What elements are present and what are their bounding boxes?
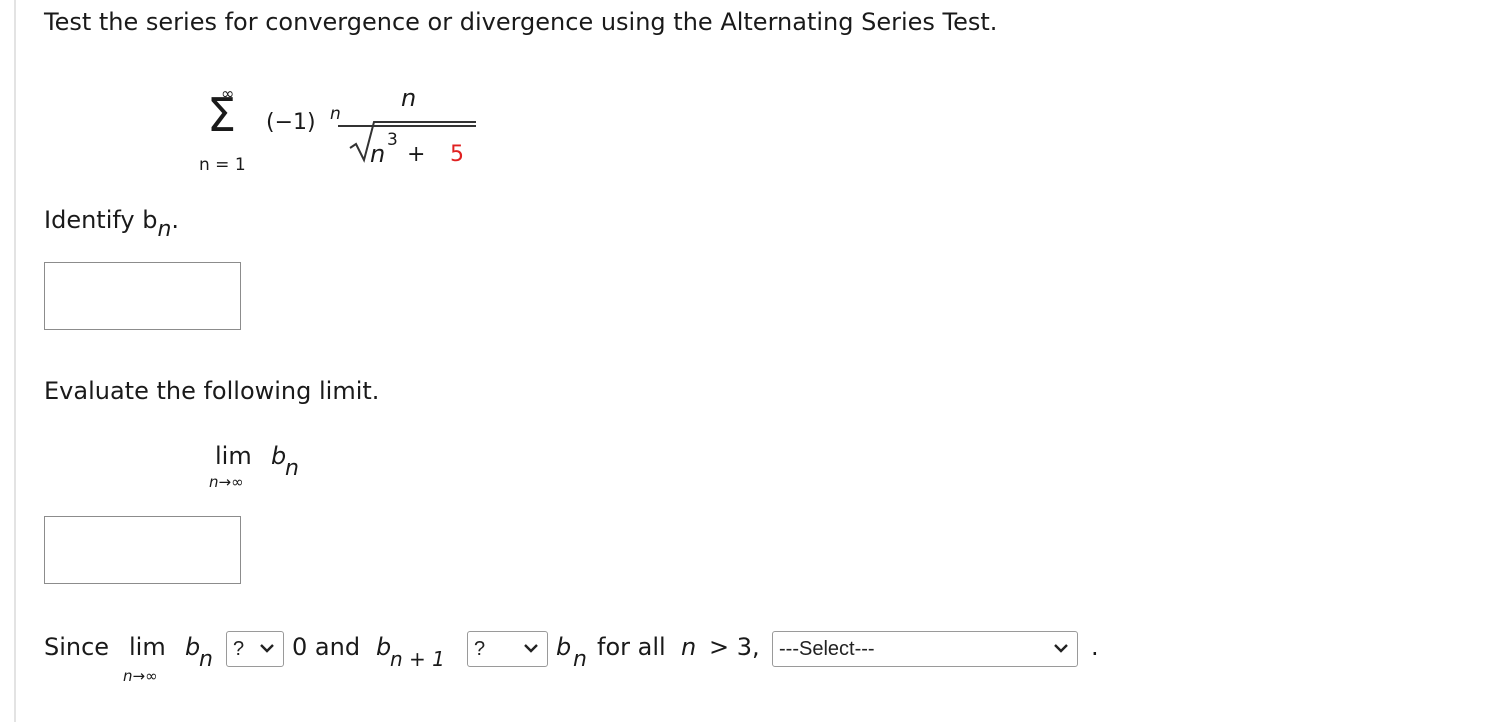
sign-factor-exponent: n <box>330 104 341 124</box>
comparison-select-1[interactable]: ? <box>226 631 284 667</box>
select-3-value: ---Select--- <box>779 638 875 660</box>
since-b2: b <box>376 633 392 661</box>
chevron-down-icon <box>260 644 274 653</box>
limit-under: n→∞ <box>209 473 244 491</box>
bn-answer-input[interactable] <box>44 262 241 330</box>
radicand-base: n <box>370 140 386 168</box>
since-b: b <box>185 633 201 661</box>
sum-lower-limit: n = 1 <box>199 155 246 175</box>
sign-factor: (−1) <box>266 110 316 135</box>
n-variable: n <box>681 633 697 661</box>
limit-b: b <box>271 442 287 470</box>
question-instruction: Test the series for convergence or diver… <box>44 8 998 36</box>
select-2-value: ? <box>474 638 486 660</box>
conclusion-select[interactable]: ---Select--- <box>772 631 1078 667</box>
sigma-symbol: Σ <box>207 88 237 142</box>
limit-prompt: Evaluate the following limit. <box>44 377 380 405</box>
for-all-text: for all <box>597 633 666 661</box>
since-sub-n3: n <box>573 647 587 672</box>
since-sub-n: n <box>199 647 213 672</box>
chevron-down-icon <box>1054 644 1068 653</box>
since-under: n→∞ <box>123 667 158 685</box>
left-border <box>14 0 16 722</box>
condition-text: > 3, <box>709 633 760 661</box>
since-b3: b <box>556 633 572 661</box>
since-lim: lim <box>129 633 166 661</box>
identify-text: Identify b <box>44 206 158 234</box>
numerator: n <box>401 84 417 112</box>
radicand-plus: + <box>407 142 426 167</box>
limit-lim: lim <box>215 442 252 470</box>
zero-and-text: 0 and <box>292 633 361 661</box>
radicand-constant: 5 <box>450 142 464 167</box>
identify-sub: n <box>157 217 172 242</box>
radicand-exponent: 3 <box>387 130 398 150</box>
ending-period: . <box>1091 633 1099 661</box>
limit-answer-input[interactable] <box>44 516 241 584</box>
select-1-value: ? <box>233 638 245 660</box>
since-sub-n-plus-1: n + 1 <box>390 647 445 671</box>
identify-period: . <box>171 206 180 234</box>
comparison-select-2[interactable]: ? <box>467 631 548 667</box>
chevron-down-icon <box>524 644 538 653</box>
identify-prompt: Identify bn. <box>44 206 180 242</box>
since-text: Since <box>44 633 110 661</box>
limit-sub: n <box>285 456 299 481</box>
